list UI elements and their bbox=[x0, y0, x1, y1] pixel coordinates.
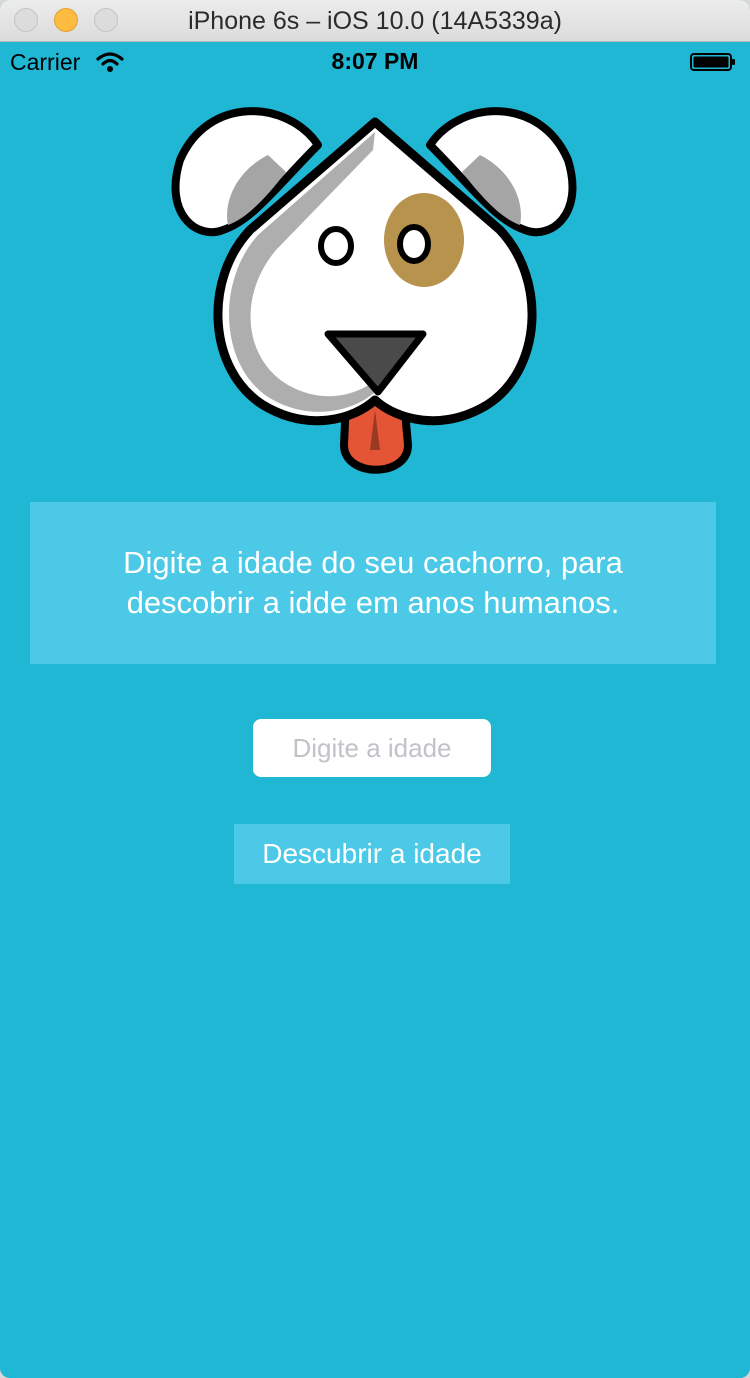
dog-age-input[interactable] bbox=[253, 719, 491, 777]
battery-icon bbox=[690, 53, 735, 71]
window-titlebar: iPhone 6s – iOS 10.0 (14A5339a) bbox=[0, 0, 750, 42]
instructions-text: Digite a idade do seu cachorro, para des… bbox=[123, 545, 623, 620]
discover-age-button[interactable]: Descubrir a idade bbox=[234, 824, 510, 884]
status-time: 8:07 PM bbox=[331, 48, 419, 74]
instructions-box: Digite a idade do seu cachorro, para des… bbox=[30, 502, 716, 664]
window-title: iPhone 6s – iOS 10.0 (14A5339a) bbox=[188, 7, 562, 35]
dog-face-icon bbox=[171, 107, 577, 474]
simulator-window: iPhone 6s – iOS 10.0 (14A5339a) Carrier … bbox=[0, 0, 750, 1378]
ios-status-bar: Carrier 8:07 PM bbox=[0, 42, 750, 82]
